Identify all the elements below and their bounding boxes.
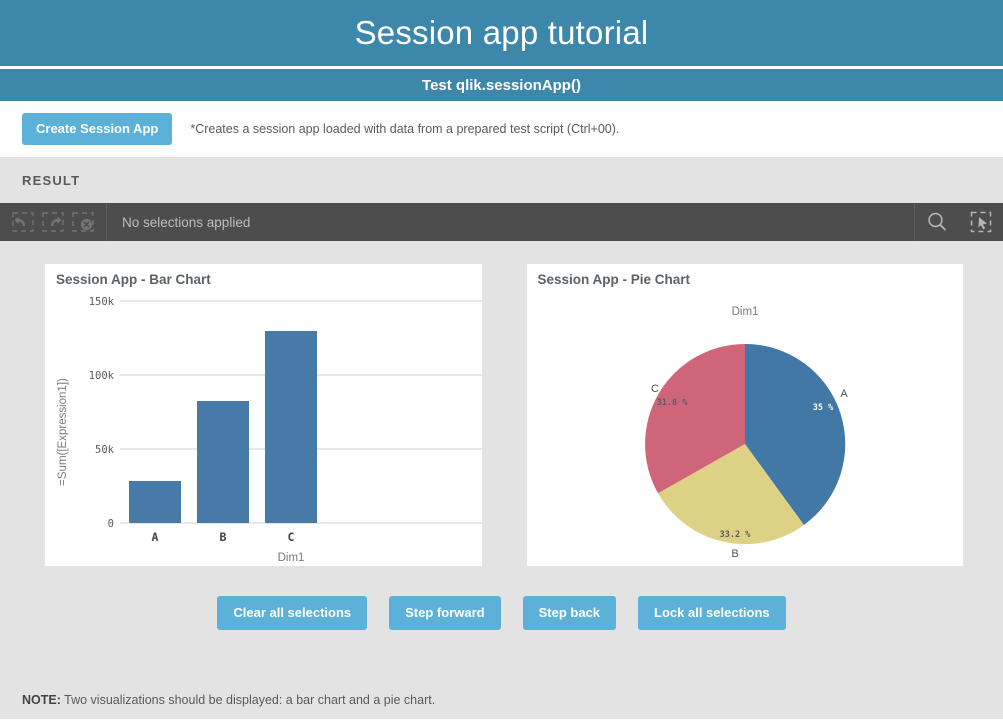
- step-back-icon[interactable]: [8, 207, 38, 237]
- pie-label-C: C: [651, 383, 659, 395]
- x-tick-C: C: [288, 530, 295, 544]
- clear-all-selections-button[interactable]: Clear all selections: [217, 596, 368, 630]
- selection-tools-group: [914, 203, 1003, 241]
- pie-value-C: 31.8 %: [656, 398, 688, 408]
- pie-dimension-label: Dim1: [731, 306, 758, 318]
- note: NOTE: Two visualizations should be displ…: [22, 693, 435, 707]
- selection-toolbar: No selections applied: [0, 203, 1003, 241]
- step-forward-icon[interactable]: [38, 207, 68, 237]
- x-tick-A: A: [152, 530, 159, 544]
- main-content: Session App - Bar Chart 150k 100k 50k 0 …: [0, 241, 1003, 719]
- bar-chart-x-axis: A B C: [152, 530, 295, 544]
- pie-chart-svg[interactable]: Dim1 A B C 35 % 33.2 % 31.8 %: [527, 264, 964, 566]
- subheader-label: Test qlik.sessionApp(): [422, 76, 581, 94]
- create-session-app-button[interactable]: Create Session App: [22, 113, 173, 145]
- y-tick-150k: 150k: [89, 296, 115, 308]
- pie-label-A: A: [840, 388, 848, 400]
- action-row: Create Session App *Creates a session ap…: [0, 101, 1003, 157]
- clear-selections-icon[interactable]: [68, 207, 98, 237]
- y-tick-50k: 50k: [95, 444, 115, 456]
- bar-chart-bars: [129, 331, 317, 523]
- step-forward-button[interactable]: Step forward: [389, 596, 501, 630]
- bar-chart-svg[interactable]: 150k 100k 50k 0 A B C Dim1 =Sum([Express…: [45, 264, 482, 566]
- selection-status-text: No selections applied: [122, 214, 251, 230]
- visualization-row: Session App - Bar Chart 150k 100k 50k 0 …: [0, 241, 1003, 566]
- footer-button-row: Clear all selections Step forward Step b…: [0, 596, 1003, 630]
- page-title: Session app tutorial: [354, 14, 649, 51]
- note-prefix: NOTE:: [22, 693, 61, 707]
- app-header: Session app tutorial: [0, 0, 1003, 69]
- bar-chart-ylabel: =Sum([Expression1]): [57, 378, 69, 486]
- page-root: Session app tutorial Test qlik.sessionAp…: [0, 0, 1003, 722]
- y-tick-100k: 100k: [89, 370, 115, 382]
- bar-chart-y-axis: 150k 100k 50k 0: [89, 296, 115, 530]
- pie-value-A: 35 %: [812, 403, 833, 413]
- lock-all-selections-button[interactable]: Lock all selections: [638, 596, 786, 630]
- selection-nav-group: [0, 203, 107, 241]
- note-text: Two visualizations should be displayed: …: [64, 693, 436, 707]
- pie-chart-slices: [644, 343, 845, 545]
- action-hint: *Creates a session app loaded with data …: [190, 122, 620, 136]
- bar-A[interactable]: [129, 481, 181, 523]
- step-back-button[interactable]: Step back: [522, 596, 617, 630]
- app-subheader: Test qlik.sessionApp(): [0, 69, 1003, 101]
- result-label: RESULT: [22, 172, 81, 188]
- pie-chart-panel[interactable]: Session App - Pie Chart Dim1 A B C 35 % …: [526, 264, 964, 566]
- selection-tool-icon[interactable]: [959, 203, 1003, 241]
- bar-chart-panel[interactable]: Session App - Bar Chart 150k 100k 50k 0 …: [45, 264, 482, 566]
- x-tick-B: B: [220, 530, 227, 544]
- selection-status: No selections applied: [107, 203, 914, 241]
- pie-label-B: B: [731, 548, 738, 560]
- search-icon[interactable]: [915, 203, 959, 241]
- pie-value-B: 33.2 %: [719, 530, 751, 540]
- bar-B[interactable]: [197, 401, 249, 523]
- bar-chart-xlabel: Dim1: [278, 552, 305, 564]
- result-band: RESULT: [0, 157, 1003, 203]
- y-tick-0: 0: [108, 518, 114, 530]
- bar-C[interactable]: [265, 331, 317, 523]
